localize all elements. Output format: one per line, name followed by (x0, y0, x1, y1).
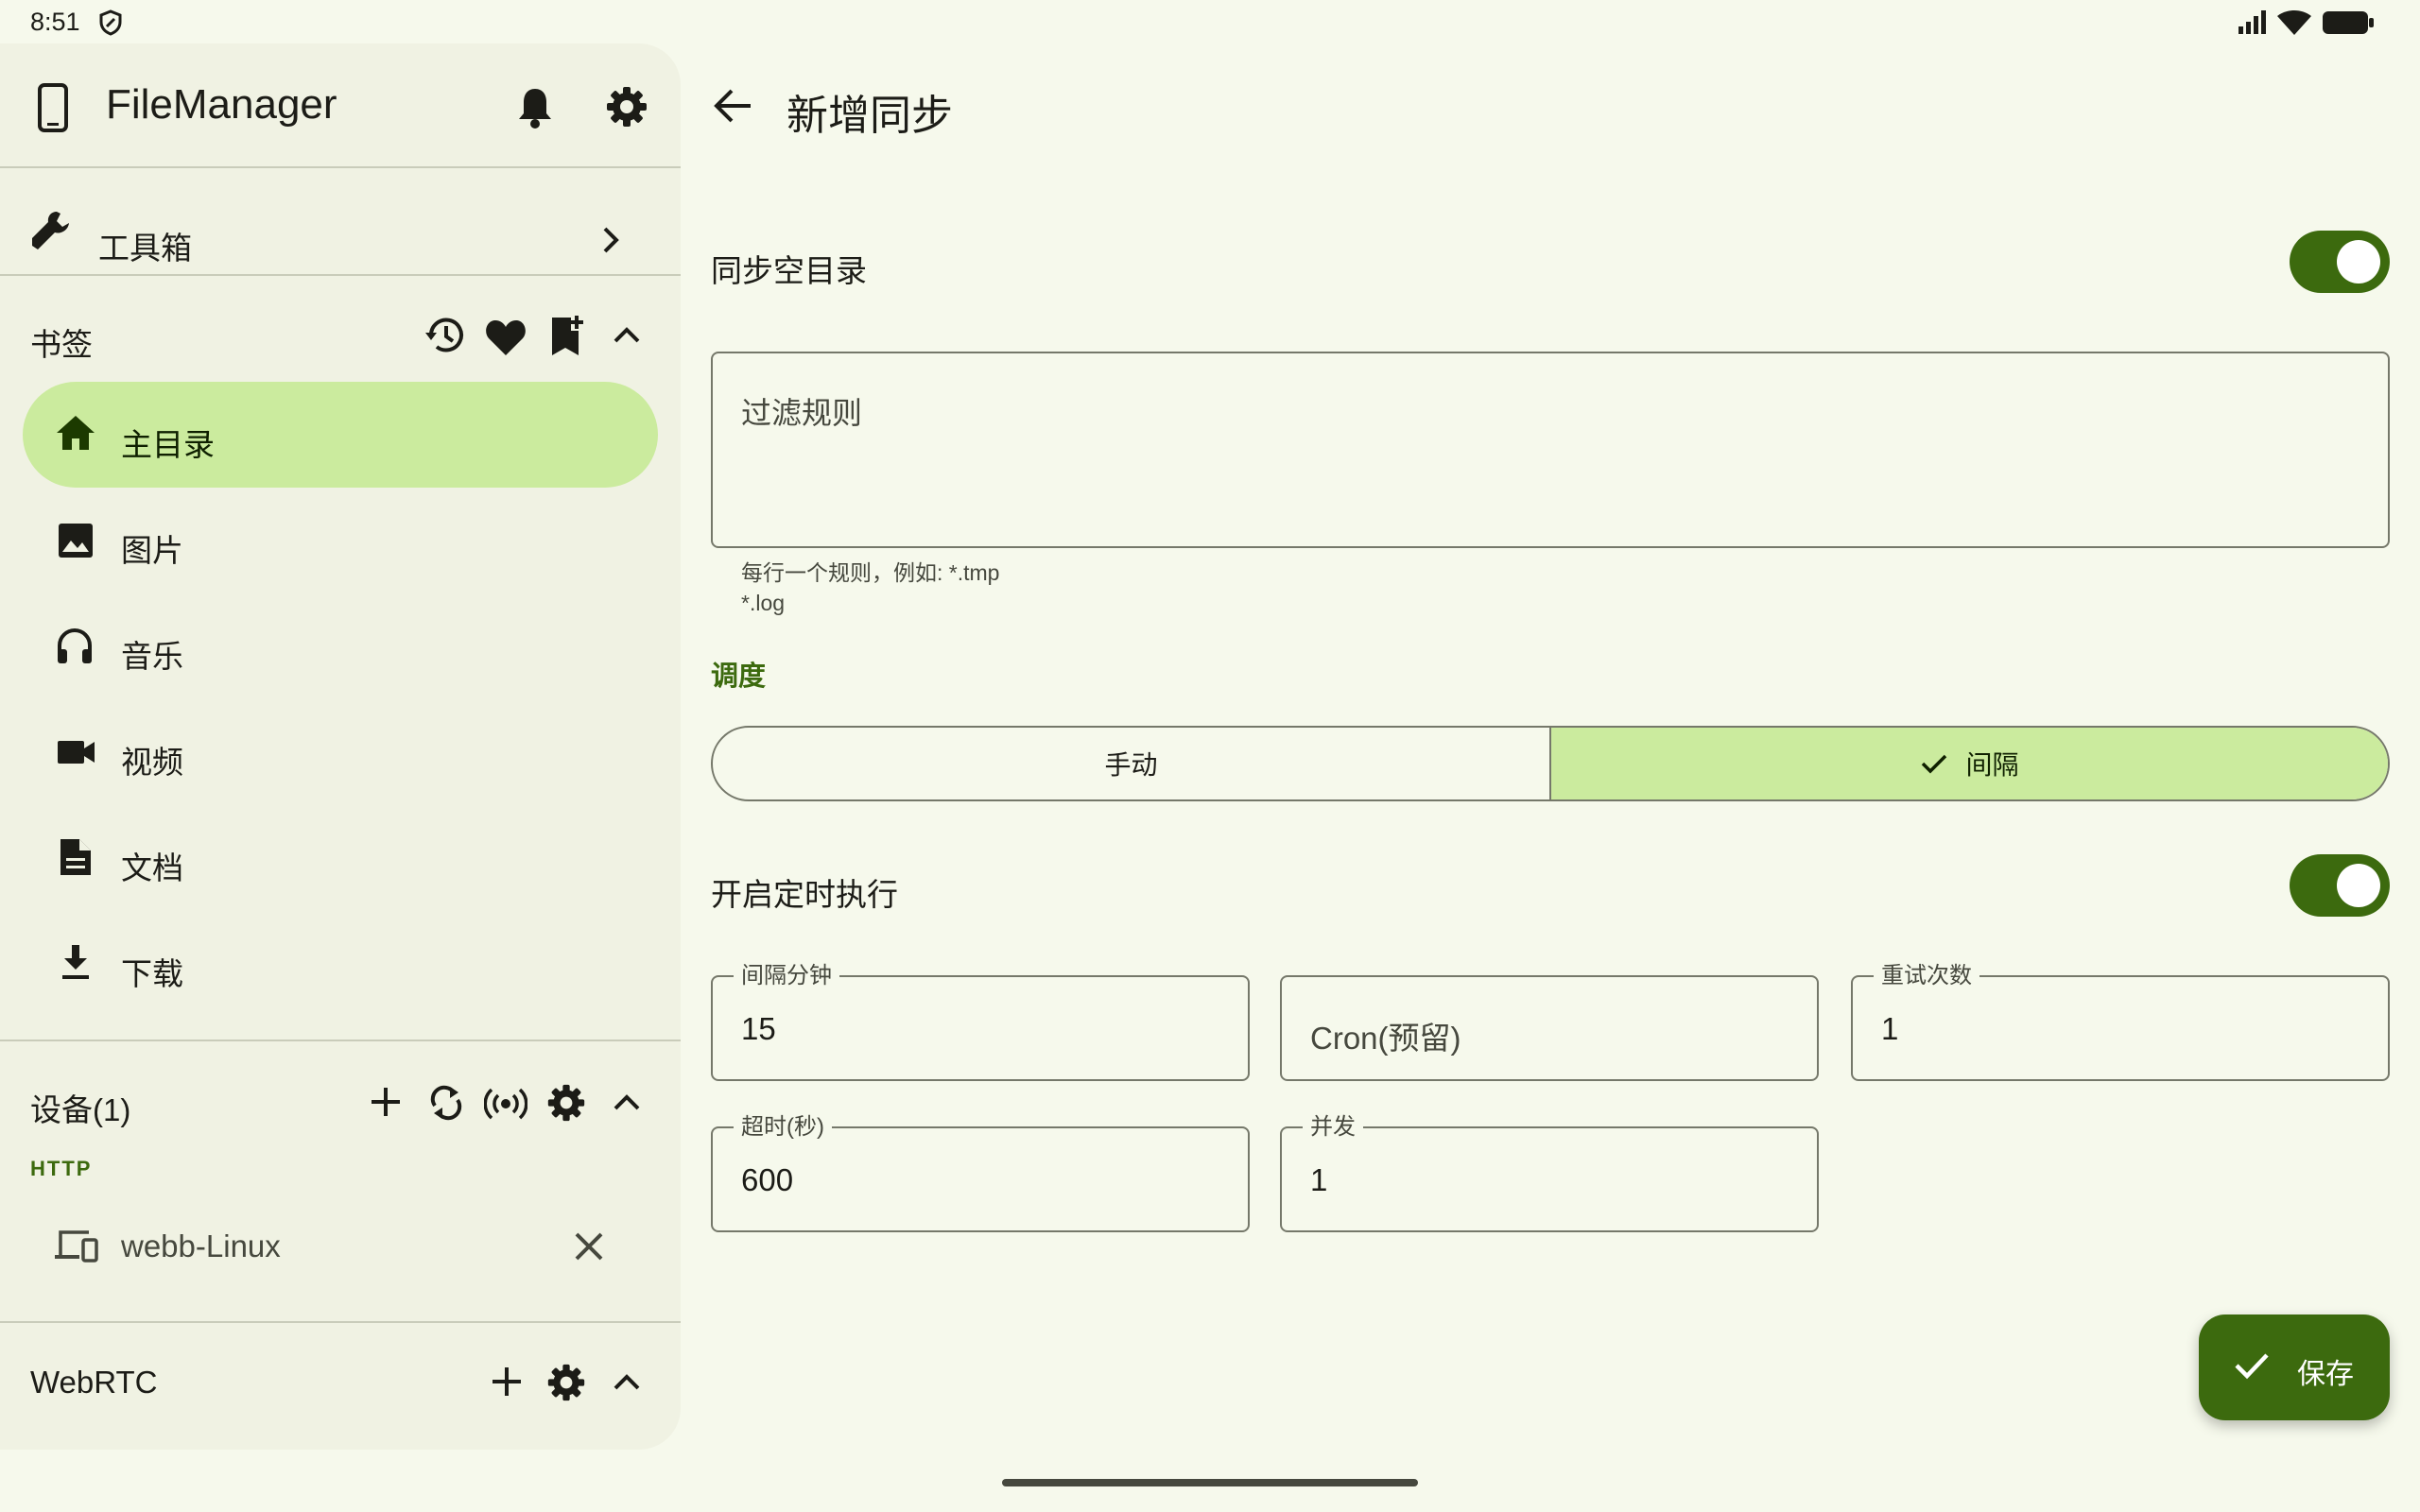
devices-collapse-icon[interactable] (613, 1092, 641, 1111)
option-label: 间隔 (1965, 750, 2019, 780)
filter-rules-textarea[interactable]: 过滤规则 (711, 352, 2390, 548)
interval-minutes-field[interactable]: 间隔分钟 15 (711, 963, 1250, 1081)
divider (0, 1040, 681, 1041)
device-item[interactable] (23, 1202, 658, 1306)
vpn-shield-icon (98, 9, 123, 36)
field-label: 重试次数 (1874, 963, 1979, 989)
headphones-icon (55, 626, 95, 665)
save-button[interactable]: 保存 (2199, 1314, 2390, 1420)
download-icon (59, 943, 93, 981)
device-settings-button[interactable] (546, 1083, 586, 1123)
page-title: 新增同步 (786, 93, 953, 139)
bookmark-label: 主目录 (121, 427, 215, 462)
schedule-option-manual[interactable]: 手动 (713, 728, 1549, 799)
toolbox-item[interactable]: 工具箱 (0, 168, 681, 316)
videocam-icon (57, 739, 96, 765)
timeout-field[interactable]: 超时(秒) 600 (711, 1114, 1250, 1232)
divider (0, 1321, 681, 1323)
schedule-option-interval[interactable]: 间隔 (1549, 728, 2388, 799)
bookmark-label: 视频 (121, 745, 183, 780)
concurrency-field[interactable]: 并发 1 (1280, 1114, 1819, 1232)
bookmarks-collapse-icon[interactable] (613, 325, 641, 344)
timed-exec-switch[interactable] (2290, 854, 2390, 917)
save-label: 保存 (2297, 1359, 2354, 1390)
add-webrtc-button[interactable] (490, 1365, 524, 1399)
navigation-drawer: FileManager 工具箱 书签 主目录 图片 音乐 视频 文档 下载 设备… (0, 43, 681, 1450)
field-value: 600 (741, 1162, 794, 1197)
wrench-icon (28, 208, 74, 253)
bookmark-item-images[interactable] (23, 488, 658, 593)
bookmark-label: 下载 (121, 956, 183, 991)
webrtc-collapse-icon[interactable] (613, 1372, 641, 1391)
device-name: webb-Linux (121, 1228, 281, 1263)
bookmarks-title: 书签 (30, 327, 93, 362)
field-value: 1 (1881, 1011, 1899, 1046)
add-bookmark-button[interactable] (548, 314, 586, 357)
chevron-right-icon (601, 225, 620, 255)
remove-device-button[interactable] (573, 1230, 605, 1263)
favorites-button[interactable] (484, 318, 527, 357)
bookmark-item-home[interactable] (23, 382, 658, 488)
retries-field[interactable]: 重试次数 1 (1851, 963, 2390, 1081)
devices-title: 设备(1) (30, 1092, 131, 1127)
bookmark-item-music[interactable] (23, 593, 658, 699)
back-button[interactable] (713, 87, 752, 125)
field-value: 1 (1310, 1162, 1328, 1197)
app-title: FileManager (106, 81, 337, 128)
toolbox-label: 工具箱 (98, 231, 192, 266)
cron-field[interactable]: Cron(预留) (1280, 975, 1819, 1081)
field-label: 超时(秒) (734, 1114, 832, 1141)
webrtc-settings-button[interactable] (546, 1363, 586, 1402)
add-device-button[interactable] (369, 1085, 403, 1119)
bookmark-label: 音乐 (121, 639, 183, 674)
wifi-icon (2276, 9, 2312, 36)
field-label: 并发 (1303, 1114, 1363, 1141)
battery-icon (2322, 9, 2375, 36)
signal-icon (2237, 9, 2269, 34)
check-icon (1920, 752, 1948, 775)
notifications-button[interactable] (514, 85, 556, 129)
field-value: 15 (741, 1011, 776, 1046)
schedule-segmented-button: 手动 间隔 (711, 726, 2390, 801)
sync-empty-dir-switch[interactable] (2290, 231, 2390, 293)
filter-rules-placeholder: 过滤规则 (741, 396, 863, 430)
settings-button[interactable] (605, 85, 648, 129)
image-icon (57, 522, 95, 559)
option-label: 手动 (1104, 750, 1158, 780)
schedule-label: 调度 (711, 662, 767, 692)
webrtc-title: WebRTC (30, 1365, 158, 1400)
field-label: 间隔分钟 (734, 963, 839, 989)
bookmark-label: 图片 (121, 533, 183, 568)
device-group-label: HTTP (30, 1157, 93, 1180)
sync-button[interactable] (427, 1083, 465, 1123)
document-icon (59, 837, 93, 877)
status-time: 8:51 (30, 8, 80, 36)
filter-helper-text: *.log (741, 591, 786, 615)
bookmark-item-videos[interactable] (23, 699, 658, 805)
check-icon (2233, 1350, 2271, 1381)
field-placeholder: Cron(预留) (1310, 1021, 1461, 1056)
bookmark-label: 文档 (121, 850, 183, 885)
broadcast-button[interactable] (484, 1087, 527, 1121)
home-indicator[interactable] (1002, 1479, 1418, 1486)
devices-icon (53, 1228, 98, 1263)
sync-empty-dir-label: 同步空目录 (711, 253, 867, 288)
bookmark-item-downloads[interactable] (23, 911, 658, 1017)
history-button[interactable] (424, 314, 467, 357)
divider (0, 274, 681, 276)
home-icon (55, 414, 96, 452)
timed-exec-label: 开启定时执行 (711, 877, 898, 912)
filter-helper-text: 每行一个规则，例如: *.tmp (741, 560, 1000, 585)
phone-icon (34, 83, 72, 132)
bookmark-item-documents[interactable] (23, 805, 658, 911)
